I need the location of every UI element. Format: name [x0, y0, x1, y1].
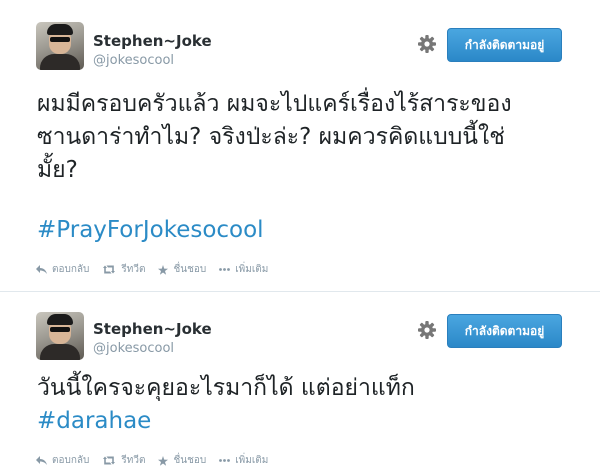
gear-icon[interactable]: [417, 320, 437, 340]
reply-label: ตอบกลับ: [52, 264, 90, 275]
more-icon: [219, 268, 231, 271]
star-icon: [158, 455, 169, 466]
hashtag-link[interactable]: #darahae: [37, 405, 587, 438]
reply-label: ตอบกลับ: [52, 455, 90, 466]
more-button[interactable]: เพิ่มเติม: [219, 453, 268, 468]
retweet-label: รีทวีต: [121, 455, 146, 466]
tweet-actions: ตอบกลับ รีทวีต ชื่นชอบ เพิ่มเติม: [36, 453, 281, 468]
retweet-label: รีทวีต: [121, 264, 146, 275]
star-icon: [158, 264, 169, 275]
favorite-button[interactable]: ชื่นชอบ: [158, 262, 206, 277]
following-button[interactable]: กำลังติดตามอยู่: [447, 314, 562, 348]
user-name[interactable]: Stephen~Joke: [93, 320, 212, 338]
user-handle: @jokesocool: [93, 341, 175, 356]
user-name[interactable]: Stephen~Joke: [93, 32, 212, 50]
favorite-label: ชื่นชอบ: [173, 455, 207, 466]
tweet-text-line: ผมมีครอบครัวแล้ว ผมจะไปแคร์เรื่องไร้สาระ…: [37, 91, 512, 117]
favorite-label: ชื่นชอบ: [173, 264, 207, 275]
favorite-button[interactable]: ชื่นชอบ: [158, 453, 206, 468]
retweet-icon: [103, 265, 116, 274]
retweet-button[interactable]: รีทวีต: [102, 262, 145, 277]
retweet-button[interactable]: รีทวีต: [102, 453, 145, 468]
tweet-actions: ตอบกลับ รีทวีต ชื่นชอบ เพิ่มเติม: [36, 262, 281, 277]
more-label: เพิ่มเติม: [235, 264, 269, 275]
retweet-icon: [103, 456, 116, 465]
user-handle: @jokesocool: [93, 53, 175, 68]
tweet-text-line: วันนี้ใครจะคุยอะไรมาก็ได้ แต่อย่าแท็ก: [37, 375, 415, 401]
more-icon: [219, 459, 231, 462]
tweet-text: วันนี้ใครจะคุยอะไรมาก็ได้ แต่อย่าแท็ก: [37, 372, 587, 405]
avatar[interactable]: [36, 312, 84, 360]
reply-button[interactable]: ตอบกลับ: [36, 453, 89, 468]
tweet-text: ผมมีครอบครัวแล้ว ผมจะไปแคร์เรื่องไร้สาระ…: [37, 88, 587, 187]
reply-icon: [36, 265, 47, 274]
tweet-text-line: ซานดาร่าทำไม? จริงป่ะล่ะ? ผมควรคิดแบบนี้…: [37, 124, 505, 150]
more-label: เพิ่มเติม: [235, 455, 269, 466]
reply-button[interactable]: ตอบกลับ: [36, 262, 89, 277]
tweet-text-line: มั้ย?: [37, 157, 78, 183]
hashtag-link[interactable]: #PrayForJokesocool: [37, 214, 587, 247]
reply-icon: [36, 456, 47, 465]
tweet: Stephen~Joke @jokesocool กำลังติดตามอยู่…: [0, 0, 600, 290]
tweet: Stephen~Joke @jokesocool กำลังติดตามอยู่…: [0, 290, 600, 476]
more-button[interactable]: เพิ่มเติม: [219, 262, 268, 277]
following-button[interactable]: กำลังติดตามอยู่: [447, 28, 562, 62]
gear-icon[interactable]: [417, 34, 437, 54]
avatar[interactable]: [36, 22, 84, 70]
